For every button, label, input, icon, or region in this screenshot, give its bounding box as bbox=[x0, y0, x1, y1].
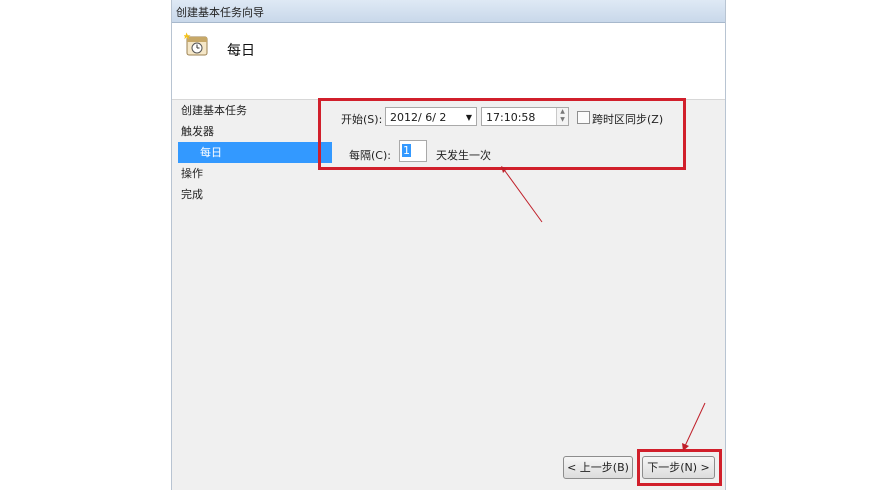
wizard-window: 创建基本任务向导 每日 创建基本任务 触发器 每日 操作 完成 开始(S): 2… bbox=[171, 0, 726, 490]
step-daily[interactable]: 每日 bbox=[178, 142, 332, 163]
task-calendar-icon bbox=[184, 32, 208, 56]
highlight-box-next bbox=[637, 449, 722, 486]
title-bar: 创建基本任务向导 bbox=[172, 0, 725, 23]
step-action[interactable]: 操作 bbox=[178, 163, 332, 184]
highlight-box-settings bbox=[318, 98, 686, 170]
wizard-steps: 创建基本任务 触发器 每日 操作 完成 bbox=[178, 100, 332, 205]
wizard-header: 每日 bbox=[172, 23, 725, 100]
back-button[interactable]: < 上一步(B) bbox=[563, 456, 633, 479]
step-finish[interactable]: 完成 bbox=[178, 184, 332, 205]
page-title: 每日 bbox=[227, 43, 255, 59]
step-create-basic-task[interactable]: 创建基本任务 bbox=[178, 100, 332, 121]
window-title: 创建基本任务向导 bbox=[176, 6, 264, 19]
step-trigger[interactable]: 触发器 bbox=[178, 121, 332, 142]
